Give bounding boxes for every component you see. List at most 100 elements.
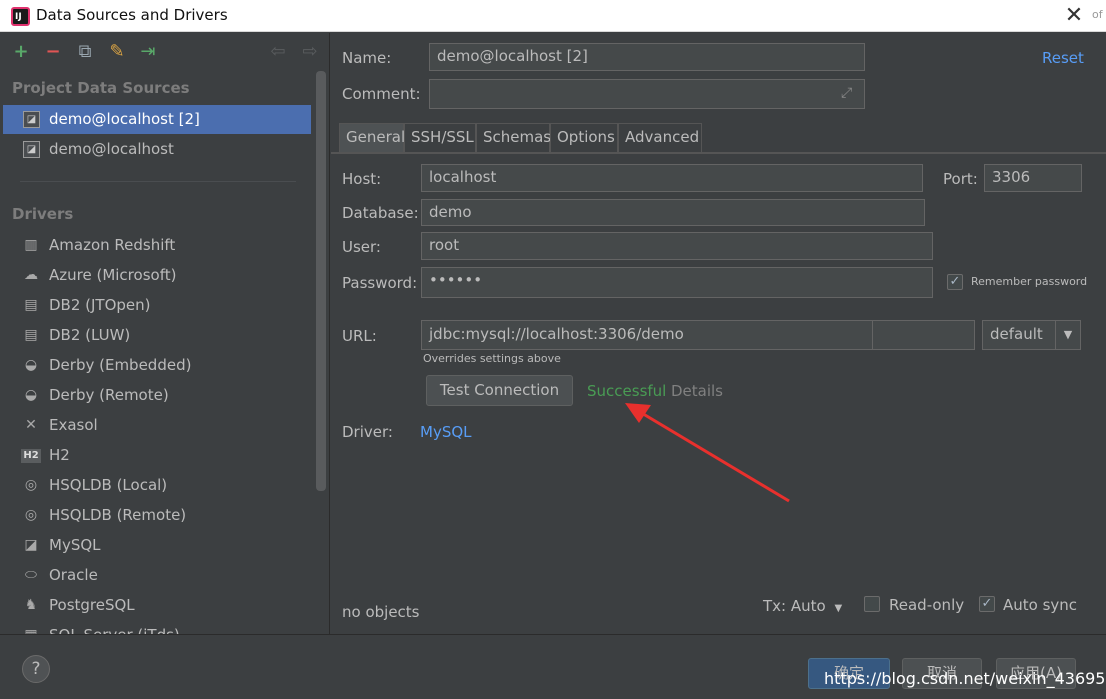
comment-label: Comment:: [342, 85, 421, 103]
driver-item[interactable]: ♞ PostgreSQL: [3, 591, 311, 620]
tx-mode-label: Tx: Auto: [763, 597, 826, 615]
driver-settings-icon[interactable]: ✎: [107, 42, 127, 62]
driver-item[interactable]: ✕ Exasol: [3, 411, 311, 440]
port-input[interactable]: 3306: [984, 164, 1082, 192]
dialog-footer: ? 确定 取消 应用(A) https://blog.csdn.net/weix…: [0, 634, 1106, 699]
driver-item[interactable]: ☁ Azure (Microsoft): [3, 261, 311, 290]
mysql-icon: ◪: [23, 111, 40, 128]
user-label: User:: [342, 238, 381, 256]
driver-item[interactable]: ▦ SQL Server (jTds): [3, 621, 311, 634]
derby-hat-icon: ◒: [24, 357, 38, 373]
driver-label: H2: [49, 446, 70, 464]
tab-general[interactable]: General: [339, 123, 405, 152]
h2-icon: H2: [21, 449, 41, 463]
read-only-label: Read-only: [889, 596, 965, 614]
back-arrow-icon[interactable]: ⇦: [268, 42, 288, 62]
window-titlebar: IJ Data Sources and Drivers ✕ of: [0, 0, 1106, 32]
add-icon[interactable]: +: [11, 42, 31, 62]
driver-item[interactable]: ⬭ Oracle: [3, 561, 311, 590]
help-icon[interactable]: ?: [22, 655, 50, 683]
drivers-header: Drivers: [12, 205, 74, 223]
driver-label: Amazon Redshift: [49, 236, 176, 254]
mysql-icon: ◪: [24, 537, 38, 553]
window-title: Data Sources and Drivers: [36, 6, 228, 24]
read-only-checkbox[interactable]: [864, 596, 880, 612]
data-source-item[interactable]: ◪ demo@localhost: [3, 135, 311, 164]
url-divider: [872, 321, 873, 349]
driver-item[interactable]: ▥ Amazon Redshift: [3, 231, 311, 260]
host-label: Host:: [342, 170, 382, 188]
driver-label: Oracle: [49, 566, 98, 584]
project-data-sources-header: Project Data Sources: [12, 79, 190, 97]
forward-arrow-icon[interactable]: ⇨: [300, 42, 320, 62]
objects-status: no objects: [342, 603, 420, 621]
connection-status: Successful: [587, 382, 667, 400]
remember-password-checkbox[interactable]: ✓: [947, 274, 963, 290]
divider: [20, 181, 296, 182]
driver-item[interactable]: H2 H2: [3, 441, 311, 470]
intellij-app-icon: IJ: [11, 7, 30, 26]
background-edge-text: of: [1092, 8, 1103, 21]
hsqldb-icon: ◎: [24, 507, 38, 523]
driver-label: Azure (Microsoft): [49, 266, 177, 284]
driver-item[interactable]: ◎ HSQLDB (Remote): [3, 501, 311, 530]
remember-password-label: Remember password: [971, 275, 1088, 288]
data-sources-panel: + − ⧉ ✎ ⇥ ⇦ ⇨ Project Data Sources ◪ dem…: [0, 33, 330, 634]
drivers-scrollbar[interactable]: [316, 71, 326, 491]
driver-item[interactable]: ▤ DB2 (LUW): [3, 321, 311, 350]
chevron-down-icon: ▼: [834, 603, 843, 614]
driver-label: Derby (Embedded): [49, 356, 192, 374]
comment-input[interactable]: [429, 79, 865, 109]
details-link[interactable]: Details: [671, 382, 723, 400]
tx-mode-dropdown[interactable]: Tx: Auto ▼: [763, 597, 842, 615]
driver-item[interactable]: ▤ DB2 (JTOpen): [3, 291, 311, 320]
database-label: Database:: [342, 204, 419, 222]
url-input[interactable]: jdbc:mysql://localhost:3306/demo: [421, 320, 975, 350]
name-label: Name:: [342, 49, 392, 67]
remove-icon[interactable]: −: [43, 42, 63, 62]
hsqldb-icon: ◎: [24, 477, 38, 493]
url-mode-value: default: [990, 325, 1043, 343]
driver-item[interactable]: ◒ Derby (Remote): [3, 381, 311, 410]
close-icon[interactable]: ✕: [1060, 2, 1088, 30]
tab-options[interactable]: Options: [550, 123, 618, 152]
driver-label: Exasol: [49, 416, 98, 434]
driver-label: HSQLDB (Remote): [49, 506, 187, 524]
database-input[interactable]: demo: [421, 199, 925, 226]
name-input[interactable]: demo@localhost [2]: [429, 43, 865, 71]
expand-icon[interactable]: ⤢: [841, 85, 852, 101]
derby-hat-icon: ◒: [24, 387, 38, 403]
ibm-db2-icon: ▤: [24, 297, 38, 313]
chevron-down-icon[interactable]: ▼: [1055, 321, 1080, 349]
copy-icon[interactable]: ⧉: [75, 42, 95, 62]
password-label: Password:: [342, 274, 418, 292]
annotation-arrow: [625, 403, 790, 503]
import-icon[interactable]: ⇥: [138, 42, 158, 62]
tab-ssh-ssl[interactable]: SSH/SSL: [404, 123, 476, 152]
user-input[interactable]: root: [421, 232, 933, 260]
data-source-item[interactable]: ◪ demo@localhost [2]: [3, 105, 311, 134]
driver-label: Derby (Remote): [49, 386, 169, 404]
postgresql-icon: ♞: [24, 597, 38, 613]
driver-item[interactable]: ◪ MySQL: [3, 531, 311, 560]
driver-item[interactable]: ◎ HSQLDB (Local): [3, 471, 311, 500]
reset-link[interactable]: Reset: [1042, 49, 1084, 67]
tab-advanced[interactable]: Advanced: [618, 123, 702, 152]
data-source-settings: Name: demo@localhost [2] Reset Comment: …: [331, 33, 1106, 634]
azure-icon: ☁: [24, 267, 38, 283]
driver-item[interactable]: ◒ Derby (Embedded): [3, 351, 311, 380]
tab-schemas[interactable]: Schemas: [476, 123, 551, 152]
data-source-label: demo@localhost [2]: [49, 110, 200, 128]
driver-label: DB2 (LUW): [49, 326, 131, 344]
driver-label: SQL Server (jTds): [49, 626, 180, 634]
sqlserver-icon: ▦: [21, 626, 41, 634]
driver-label: PostgreSQL: [49, 596, 135, 614]
auto-sync-checkbox[interactable]: ✓: [979, 596, 995, 612]
url-label: URL:: [342, 327, 377, 345]
data-source-label: demo@localhost: [49, 140, 174, 158]
test-connection-button[interactable]: Test Connection: [426, 375, 573, 406]
data-sources-toolbar: + − ⧉ ✎ ⇥ ⇦ ⇨: [0, 33, 329, 73]
password-input[interactable]: ••••••: [421, 267, 933, 298]
host-input[interactable]: localhost: [421, 164, 923, 192]
driver-link[interactable]: MySQL: [420, 423, 472, 441]
